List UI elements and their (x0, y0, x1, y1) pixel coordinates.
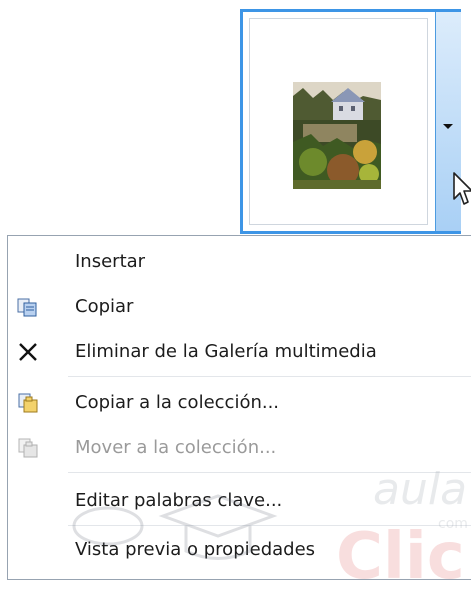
menu-separator (68, 376, 471, 377)
menu-item-insertar[interactable]: Insertar (8, 240, 471, 284)
menu-item-label: Mover a la colección... (75, 437, 277, 458)
menu-separator (68, 525, 471, 526)
clip-thumbnail[interactable] (240, 9, 471, 234)
close-icon (16, 340, 40, 364)
menu-item-label: Copiar a la colección... (75, 392, 280, 413)
copy-to-collection-icon (16, 391, 40, 415)
menu-item-label: Editar palabras clave... (75, 490, 283, 511)
thumbnail-preview-area[interactable] (249, 18, 428, 225)
menu-item-copiar[interactable]: Copiar (8, 285, 471, 329)
menu-item-eliminar[interactable]: Eliminar de la Galería multimedia (8, 330, 471, 374)
context-menu: Insertar Copiar Eliminar de la Galería m… (7, 235, 471, 590)
menu-item-label: Eliminar de la Galería multimedia (75, 341, 377, 362)
chevron-down-icon (443, 124, 453, 129)
menu-item-label: Insertar (75, 251, 146, 272)
mouse-pointer-icon (453, 172, 471, 205)
menu-item-vista-previa[interactable]: Vista previa o propiedades (8, 528, 471, 572)
landscape-photo-icon (293, 82, 381, 189)
menu-separator (68, 472, 471, 473)
menu-item-label: Copiar (75, 296, 134, 317)
move-to-collection-icon (16, 436, 40, 460)
menu-item-mover-coleccion: Mover a la colección... (8, 426, 471, 470)
copy-icon (16, 295, 40, 319)
menu-item-label: Vista previa o propiedades (75, 539, 316, 560)
menu-item-editar-palabras[interactable]: Editar palabras clave... (8, 479, 471, 523)
menu-item-copiar-coleccion[interactable]: Copiar a la colección... (8, 381, 471, 425)
